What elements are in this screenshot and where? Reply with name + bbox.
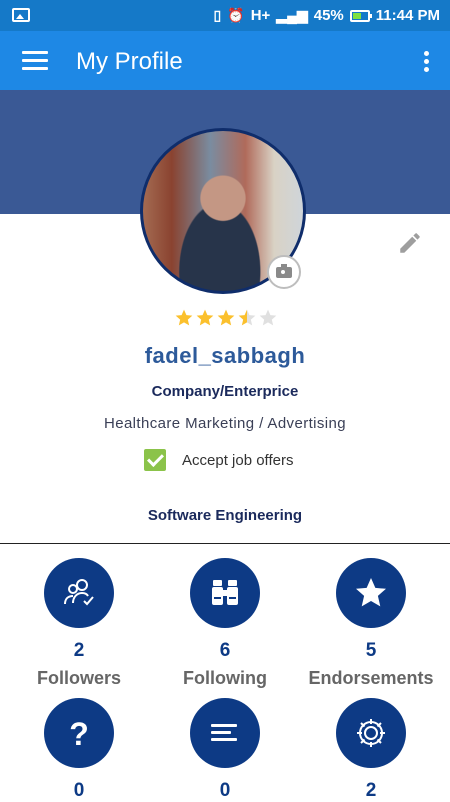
clock: 11:44 PM (375, 6, 440, 24)
account-type: Company/Enterprice (151, 383, 299, 400)
posts-count: 0 (219, 780, 231, 801)
following-count: 6 (219, 640, 231, 661)
accept-job-offers-checkbox[interactable]: Accept job offers (144, 448, 293, 472)
stat-endorsements[interactable]: 5 Endorsements (296, 558, 446, 689)
stat-followers[interactable]: 2 Followers (4, 558, 154, 689)
star-half-icon (238, 309, 256, 326)
following-label: Following (183, 668, 267, 688)
edit-pencil-icon[interactable] (397, 230, 423, 256)
binoculars-icon[interactable] (190, 558, 260, 628)
accept-job-offers-label: Accept job offers (182, 451, 294, 469)
specialty: Software Engineering (147, 507, 303, 524)
followers-count: 2 (73, 640, 85, 661)
star-empty-icon (259, 309, 277, 326)
divider (0, 543, 450, 544)
network-type: H+ (250, 6, 271, 24)
stat-following[interactable]: 6 Following (150, 558, 300, 689)
camera-icon[interactable] (267, 255, 301, 289)
battery-percent: 45% (313, 6, 344, 24)
menu-icon[interactable] (22, 51, 48, 71)
gear-icon[interactable] (336, 698, 406, 768)
svg-text:?: ? (69, 716, 89, 751)
question-icon[interactable]: ? (44, 698, 114, 768)
stat-skills[interactable]: 2 (296, 698, 446, 802)
star-filled-icon (196, 309, 214, 326)
endorsements-label: Endorsements (308, 668, 434, 688)
industry: Healthcare Marketing / Advertising (103, 415, 347, 432)
stat-questions[interactable]: ? 0 (4, 698, 154, 802)
lines-icon[interactable] (190, 698, 260, 768)
followers-icon[interactable] (44, 558, 114, 628)
signal-icon: ▂▄▆ (276, 7, 308, 23)
questions-count: 0 (73, 780, 85, 801)
gallery-icon (12, 8, 30, 22)
battery-icon (349, 10, 372, 22)
star-filled-icon (217, 309, 235, 326)
followers-label: Followers (36, 668, 121, 688)
vibrate-icon: ▯ (213, 7, 222, 23)
rating-stars (174, 308, 278, 330)
skills-count: 2 (365, 780, 377, 801)
alarm-icon: ⏰ (227, 7, 245, 23)
endorsements-count: 5 (365, 640, 377, 661)
more-options-icon[interactable] (424, 51, 430, 73)
star-icon[interactable] (336, 558, 406, 628)
star-filled-icon (175, 309, 193, 326)
stat-posts[interactable]: 0 (150, 698, 300, 802)
username: fadel_sabbagh (144, 343, 306, 368)
page-title: My Profile (76, 48, 183, 75)
checkbox-checked-icon[interactable] (144, 449, 166, 471)
app-bar: My Profile (0, 31, 450, 90)
status-bar: ▯ ⏰ H+ ▂▄▆ 45% 11:44 PM (0, 0, 450, 31)
